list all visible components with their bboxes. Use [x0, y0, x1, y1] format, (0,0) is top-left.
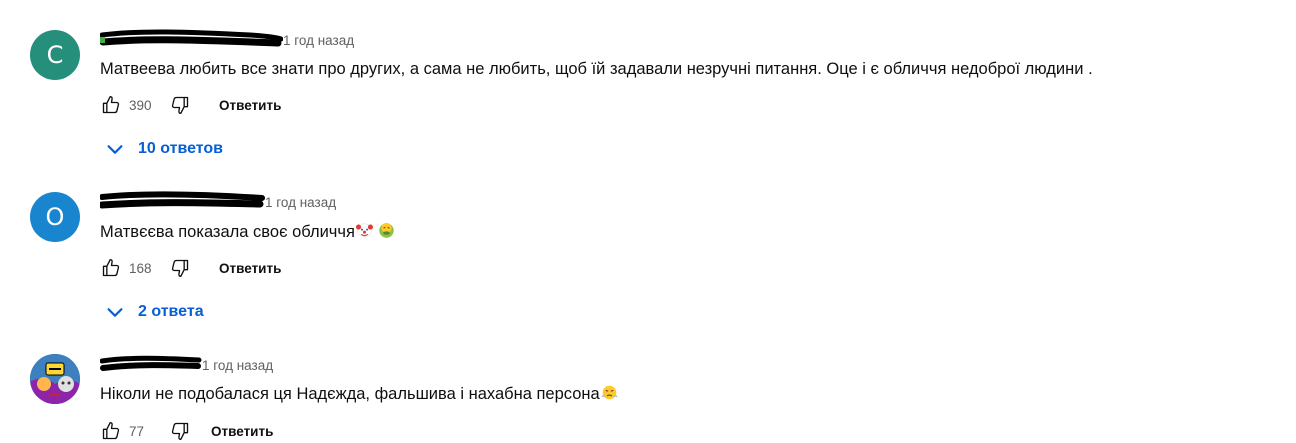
like-count: 168 [129, 260, 152, 276]
clown-face-emoji [355, 223, 373, 238]
avatar-letter: O [45, 203, 65, 231]
dislike-button[interactable] [169, 257, 191, 279]
face-with-steam-emoji [601, 385, 618, 400]
brawl-stars-avatar-image [30, 354, 80, 404]
dislike-button[interactable] [169, 94, 191, 116]
comment-actions: 168 Ответить [100, 256, 281, 280]
like-count: 77 [129, 423, 145, 439]
view-replies-button[interactable]: 2 ответа [104, 300, 204, 324]
comment-body: Ніколи не подобалася ця Надєжда, фальшив… [100, 385, 600, 403]
comment-text: Матвеева любить все знати про других, а … [100, 58, 1093, 80]
thumbs-up-icon [102, 96, 120, 114]
avatar[interactable]: C [30, 30, 80, 80]
comment-body: Матвєєва показала своє обличчя [100, 223, 355, 241]
replies-count: 2 ответа [138, 303, 204, 320]
comment-body: Матвеева любить все знати про других, а … [100, 60, 1093, 78]
chevron-down-icon [107, 308, 123, 317]
reply-button[interactable]: Ответить [219, 261, 281, 276]
redacted-author [100, 29, 283, 47]
redacted-author [100, 191, 265, 209]
chevron-down-icon [107, 145, 123, 154]
comment-header: 1 год назад [100, 355, 273, 375]
dislike-button[interactable] [169, 420, 191, 442]
comment-time[interactable]: 1 год назад [202, 358, 273, 373]
replies-count: 10 ответов [138, 140, 223, 157]
comment-time[interactable]: 1 год назад [265, 195, 336, 210]
avatar-letter: C [46, 41, 64, 69]
like-button[interactable] [100, 257, 122, 279]
comment-text: Матвєєва показала своє обличчя [100, 221, 395, 243]
view-replies-button[interactable]: 10 ответов [104, 137, 223, 161]
comment-actions: 390 Ответить [100, 93, 281, 117]
thumbs-down-icon [171, 422, 189, 440]
comment-time[interactable]: 1 год назад [283, 33, 354, 48]
comment-actions: 77 Ответить [100, 419, 273, 443]
nauseated-face-emoji [379, 222, 394, 238]
avatar[interactable] [30, 354, 80, 404]
thumbs-up-icon [102, 422, 120, 440]
like-button[interactable] [100, 94, 122, 116]
redacted-author [100, 355, 202, 371]
thumbs-down-icon [171, 96, 189, 115]
thumbs-up-icon [102, 259, 120, 277]
avatar[interactable]: O [30, 192, 80, 242]
comment-text: Ніколи не подобалася ця Надєжда, фальшив… [100, 383, 618, 405]
comment-header: 1 год назад [100, 191, 336, 212]
like-button[interactable] [100, 420, 122, 442]
thumbs-down-icon [171, 259, 189, 277]
reply-button[interactable]: Ответить [219, 98, 281, 113]
comment-header: 1 год назад [100, 29, 354, 50]
like-count: 390 [129, 97, 152, 113]
reply-button[interactable]: Ответить [211, 424, 273, 439]
